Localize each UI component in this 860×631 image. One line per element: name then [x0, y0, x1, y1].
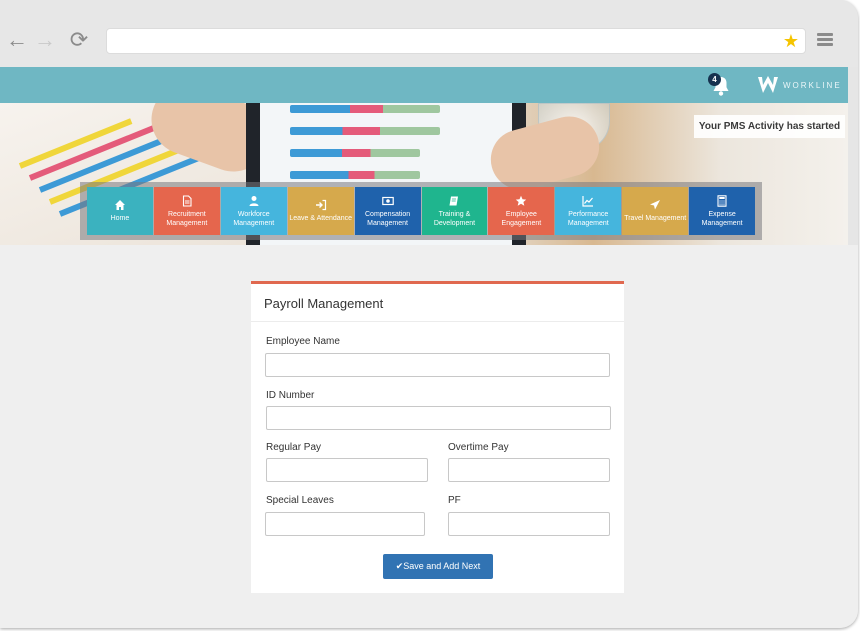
- module-label: Workforce Management: [233, 210, 275, 227]
- overtime-pay-input[interactable]: [448, 458, 610, 482]
- activity-notice: Your PMS Activity has started: [694, 115, 845, 138]
- pf-input[interactable]: [448, 512, 610, 536]
- document-icon: [181, 194, 193, 207]
- module-label: Home: [110, 215, 130, 222]
- notification-count-badge: 4: [708, 73, 721, 86]
- special-leaves-input[interactable]: [265, 512, 425, 536]
- home-icon: [114, 199, 126, 211]
- overtime-pay-label: Overtime Pay: [448, 442, 509, 453]
- module-label: Training & Development: [433, 210, 476, 227]
- forward-arrow-icon[interactable]: →: [32, 27, 58, 53]
- module-label: Leave & Attendance: [289, 215, 352, 222]
- employee-name-label: Employee Name: [266, 336, 340, 347]
- logo-mark-icon: [758, 76, 778, 93]
- module-workforce[interactable]: Workforce Management: [220, 187, 287, 235]
- regular-pay-input[interactable]: [266, 458, 428, 482]
- workline-logo: WORKLINE: [757, 74, 842, 96]
- address-bar[interactable]: ★: [106, 28, 806, 54]
- star-icon: [515, 195, 527, 207]
- regular-pay-label: Regular Pay: [266, 442, 322, 453]
- employee-name-input[interactable]: [265, 353, 610, 377]
- sign-in-icon: [315, 199, 327, 211]
- reload-icon[interactable]: ⟳: [66, 27, 92, 53]
- card-header: Payroll Management: [251, 284, 624, 322]
- book-icon: [448, 195, 460, 207]
- module-compensation[interactable]: Compensation Management: [354, 187, 421, 235]
- module-label: Employee Engagement: [501, 210, 542, 227]
- browser-toolbar: ← → ⟳ ★: [0, 0, 858, 67]
- line-chart-icon: [582, 195, 594, 207]
- module-expense[interactable]: Expense Management: [689, 187, 756, 235]
- module-home[interactable]: Home: [87, 187, 153, 235]
- plane-icon: [649, 199, 661, 211]
- special-leaves-label: Special Leaves: [266, 495, 334, 506]
- module-nav: Home Recruitment Management Workforce Ma…: [80, 182, 762, 240]
- module-travel[interactable]: Travel Management: [622, 187, 689, 235]
- browser-window: ← → ⟳ ★ 4 WORKLINE Your PMS Activity has…: [0, 0, 858, 628]
- payroll-form-card: Payroll Management: [251, 281, 624, 593]
- user-icon: [248, 195, 260, 207]
- money-icon: [381, 195, 394, 207]
- hamburger-menu-icon[interactable]: [817, 33, 833, 47]
- module-leave-attendance[interactable]: Leave & Attendance: [287, 187, 354, 235]
- module-label: Recruitment Management: [166, 210, 208, 227]
- module-label: Performance Management: [567, 210, 609, 227]
- star-icon[interactable]: ★: [783, 31, 799, 51]
- back-arrow-icon[interactable]: ←: [4, 27, 30, 53]
- module-label: Expense Management: [701, 210, 743, 227]
- module-recruitment[interactable]: Recruitment Management: [153, 187, 220, 235]
- id-number-input[interactable]: [266, 406, 611, 430]
- pf-label: PF: [448, 495, 461, 506]
- module-label: Compensation Management: [365, 210, 411, 227]
- logo-text: WORKLINE: [783, 80, 842, 90]
- app-header-bar: [0, 67, 848, 103]
- calculator-icon: [716, 194, 728, 207]
- module-label: Travel Management: [624, 215, 687, 222]
- id-number-label: ID Number: [266, 390, 315, 401]
- module-training[interactable]: Training & Development: [421, 187, 488, 235]
- module-performance[interactable]: Performance Management: [555, 187, 622, 235]
- module-engagement[interactable]: Employee Engagement: [488, 187, 555, 235]
- form-title: Payroll Management: [264, 296, 384, 311]
- save-and-add-next-button[interactable]: ✔Save and Add Next: [383, 554, 493, 579]
